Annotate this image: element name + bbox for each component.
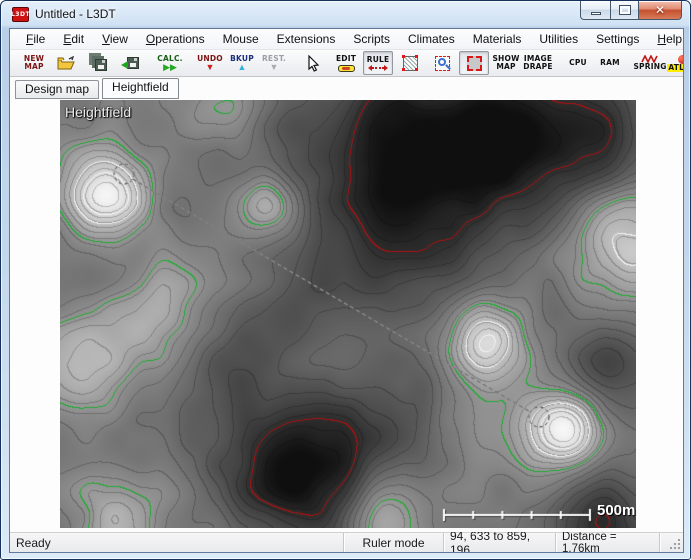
floppy-stack-icon: [95, 59, 107, 71]
undo-button[interactable]: UNDO ▼: [195, 51, 225, 75]
undo-arrow-icon: ▼: [206, 63, 215, 72]
backup-arrow-icon: ▲: [238, 63, 247, 72]
restore-arrow-icon: ▼: [270, 63, 279, 72]
selection-hatch-icon: [403, 56, 418, 71]
app-panel: File Edit View Operations Mouse tools Ex…: [9, 28, 684, 553]
app-window: L3DT Untitled - L3DT ✕ File Edit View Op…: [0, 0, 691, 560]
ruler-tool-button[interactable]: RULE: [363, 51, 393, 75]
show-map-button[interactable]: SHOW MAP: [491, 51, 521, 75]
select-region-button[interactable]: [395, 51, 425, 75]
new-map-button[interactable]: NEW MAP: [19, 51, 49, 75]
calc-button[interactable]: CALC. ▶▶: [155, 51, 185, 75]
heightfield-map[interactable]: Heightfield 500m: [60, 100, 636, 528]
spring-button[interactable]: SPRING: [635, 51, 665, 75]
ruler-dotted-arrow-icon: [368, 65, 388, 71]
image-drape-button[interactable]: IMAGE DRAPE: [523, 51, 553, 75]
pencil-icon: [338, 65, 355, 72]
restore-button: REST. ▼: [259, 51, 289, 75]
cpu-button[interactable]: CPU: [563, 51, 593, 75]
menu-view[interactable]: View: [93, 29, 137, 50]
status-ready: Ready: [10, 533, 343, 552]
menu-operations[interactable]: Operations: [137, 29, 214, 50]
folder-open-icon: [57, 56, 76, 71]
backup-button[interactable]: BKUP ▲: [227, 51, 257, 75]
ram-button[interactable]: RAM: [595, 51, 625, 75]
client-area: Heightfield 500m: [10, 99, 683, 532]
maximize-button[interactable]: [610, 1, 638, 20]
title-bar[interactable]: L3DT Untitled - L3DT ✕: [1, 1, 690, 28]
menu-bar: File Edit View Operations Mouse tools Ex…: [10, 29, 683, 50]
scale-bar-label: 500m: [597, 502, 635, 519]
calc-arrows-icon: ▶▶: [163, 63, 177, 72]
resize-grip-icon: [669, 538, 680, 549]
selection-brackets-icon: [467, 56, 482, 71]
maximize-icon: [620, 6, 630, 14]
menu-climates[interactable]: Climates: [399, 29, 464, 50]
menu-mouse-tools[interactable]: Mouse tools: [214, 29, 268, 50]
status-distance: Distance = 1.76km: [555, 533, 659, 552]
pointer-tool-button[interactable]: [299, 51, 329, 75]
close-icon: ✕: [655, 3, 665, 17]
resize-grip[interactable]: [659, 533, 683, 552]
tab-design-map[interactable]: Design map: [15, 80, 99, 99]
minimize-icon: [591, 12, 601, 15]
app-icon-text: L3DT: [11, 11, 30, 18]
menu-edit[interactable]: Edit: [54, 29, 93, 50]
zoom-region-button[interactable]: [427, 51, 457, 75]
heightfield-canvas[interactable]: [60, 100, 636, 528]
minimize-button[interactable]: [580, 1, 610, 20]
edit-tool-button[interactable]: EDIT: [331, 51, 361, 75]
green-arrow-icon: [121, 61, 128, 69]
window-title: Untitled - L3DT: [35, 1, 116, 28]
open-button[interactable]: [51, 51, 81, 75]
tab-bar: Design map Heightfield: [10, 77, 683, 99]
status-bar: Ready Ruler mode 94, 633 to 859, 196 Dis…: [10, 532, 683, 552]
import-button[interactable]: [115, 51, 145, 75]
menu-help[interactable]: Help: [648, 29, 684, 50]
status-coordinates: 94, 633 to 859, 196: [443, 533, 555, 552]
window-controls: ✕: [580, 1, 682, 20]
menu-settings[interactable]: Settings: [587, 29, 648, 50]
cursor-icon: [308, 55, 320, 72]
toolbar: NEW MAP CALC. ▶▶: [10, 50, 683, 77]
save-all-button[interactable]: [83, 51, 113, 75]
magnifier-selection-icon: [435, 56, 450, 71]
atlas-button[interactable]: ATLAS: [667, 51, 684, 75]
show-selection-button[interactable]: [459, 51, 489, 75]
close-button[interactable]: ✕: [638, 1, 682, 20]
menu-file[interactable]: File: [17, 29, 54, 50]
status-mouse-mode: Ruler mode: [343, 533, 443, 552]
menu-extensions[interactable]: Extensions: [268, 29, 345, 50]
tab-heightfield[interactable]: Heightfield: [102, 78, 179, 99]
menu-materials[interactable]: Materials: [464, 29, 531, 50]
menu-utilities[interactable]: Utilities: [530, 29, 587, 50]
app-icon: L3DT: [12, 7, 29, 22]
menu-scripts[interactable]: Scripts: [344, 29, 399, 50]
floppy-import-icon: [127, 57, 139, 69]
map-overlay-label: Heightfield: [65, 104, 131, 120]
